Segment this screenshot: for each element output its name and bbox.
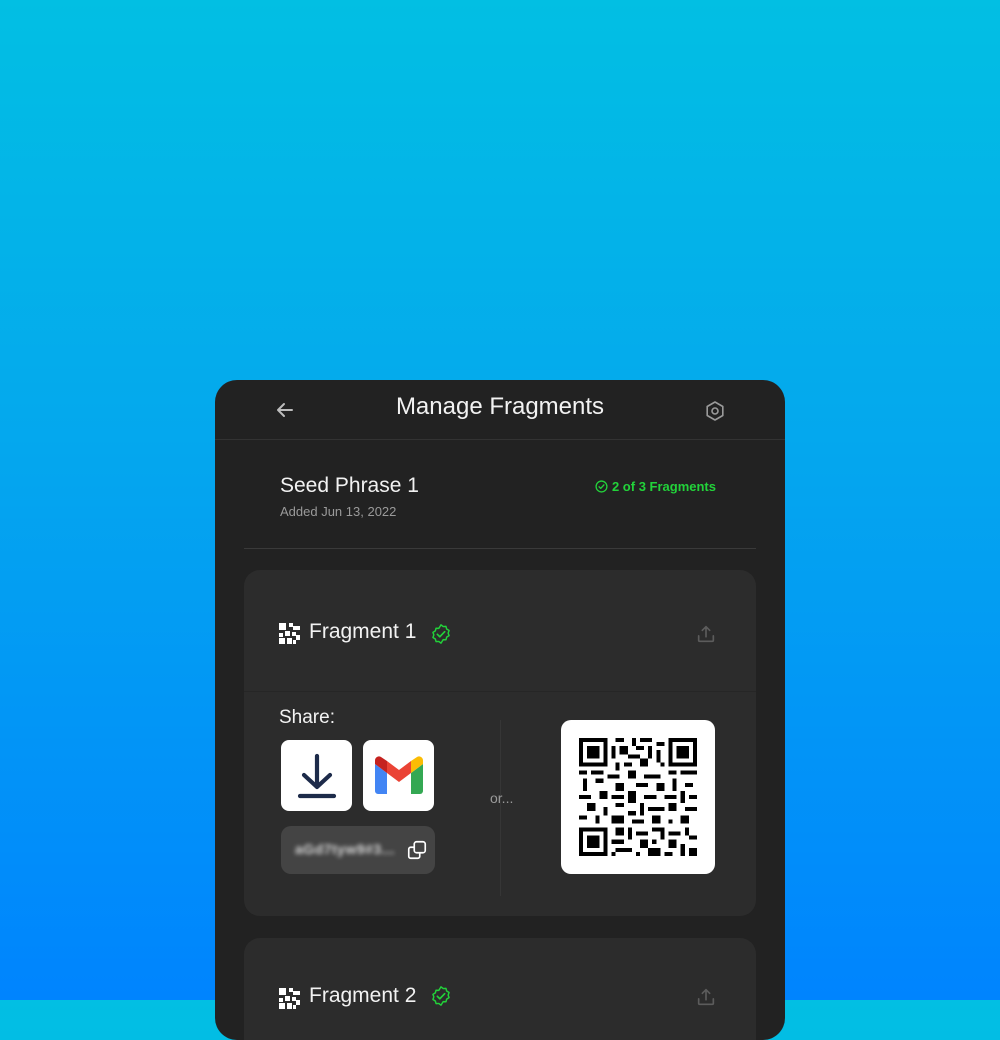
fragment-card-header[interactable]: Fragment 2 (244, 938, 756, 1040)
download-icon (297, 753, 336, 798)
verified-badge-icon (432, 986, 450, 1006)
fragment-status-badge: 2 of 3 Fragments (595, 479, 716, 494)
settings-button[interactable] (704, 400, 726, 422)
fragment-label: Fragment 1 (309, 620, 417, 643)
fragment-status-text: 2 of 3 Fragments (611, 479, 716, 494)
hexagon-gear-icon (706, 401, 724, 421)
app-window: Manage Fragments Seed Phrase 1 Added Jun… (215, 380, 785, 1040)
secret-preview: aGd7tyw9#3... (295, 841, 395, 857)
gmail-share-button[interactable] (363, 740, 434, 811)
verified-badge-icon (432, 624, 450, 644)
fragment-card: Fragment 1 Share: aGd7tyw9#3... or... (244, 570, 756, 916)
divider (244, 548, 756, 549)
fragment-card: Fragment 2 (244, 938, 756, 1040)
qr-fragment-icon (279, 988, 300, 1009)
vertical-divider (500, 720, 501, 896)
qr-code[interactable] (561, 720, 715, 874)
seed-phrase-title: Seed Phrase 1 (280, 474, 419, 497)
gmail-icon (374, 755, 423, 794)
qr-code-image (579, 738, 697, 856)
copy-icon (407, 840, 427, 860)
qr-fragment-icon (279, 623, 300, 644)
copy-secret-field[interactable]: aGd7tyw9#3... (281, 826, 435, 874)
fragment-card-header[interactable]: Fragment 1 (244, 570, 756, 692)
fragment-label: Fragment 2 (309, 984, 417, 1007)
seed-added-date: Added Jun 13, 2022 (280, 504, 397, 519)
or-label: or... (490, 790, 514, 806)
upload-icon (697, 625, 715, 643)
check-circle-icon (595, 480, 608, 493)
export-button[interactable] (695, 623, 717, 645)
upload-icon (697, 988, 715, 1006)
page-title: Manage Fragments (395, 393, 605, 420)
download-button[interactable] (281, 740, 352, 811)
header: Manage Fragments (215, 380, 785, 440)
share-label: Share: (279, 707, 335, 728)
export-button[interactable] (695, 986, 717, 1008)
